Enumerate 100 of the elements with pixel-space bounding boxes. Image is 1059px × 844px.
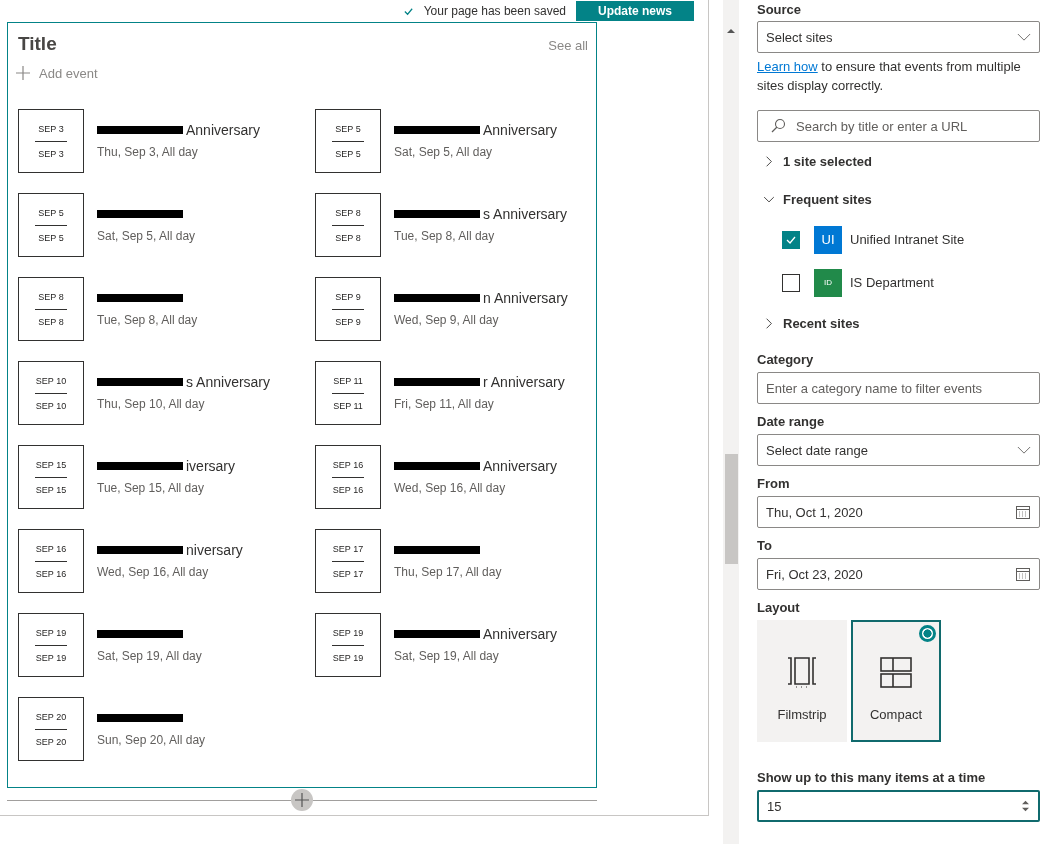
end-date: SEP 11 bbox=[333, 400, 363, 411]
end-date: SEP 19 bbox=[332, 652, 364, 663]
field-label: Layout bbox=[757, 600, 801, 615]
event-title[interactable]: Anniversary bbox=[186, 122, 260, 138]
event-title[interactable]: s Anniversary bbox=[483, 206, 568, 222]
end-date: SEP 17 bbox=[332, 568, 364, 579]
plus-icon bbox=[15, 65, 31, 81]
start-date: SEP 15 bbox=[35, 459, 67, 470]
search-input[interactable]: Search by title or enter a URL bbox=[794, 117, 1031, 135]
save-status: Your page has been saved bbox=[423, 4, 566, 18]
event-time: Tue, Sep 8, All day bbox=[394, 229, 496, 243]
site-group-toggle[interactable]: Recent sites bbox=[757, 304, 1040, 342]
start-date: SEP 19 bbox=[35, 627, 67, 638]
start-date: SEP 19 bbox=[332, 627, 364, 638]
end-date: SEP 9 bbox=[335, 316, 361, 327]
update-news-button[interactable]: Update news bbox=[576, 1, 694, 21]
start-date: SEP 3 bbox=[38, 123, 64, 134]
start-date: SEP 10 bbox=[35, 375, 67, 386]
spin-arrows-icon bbox=[1021, 799, 1030, 813]
end-date: SEP 15 bbox=[35, 484, 67, 495]
event-title[interactable]: iversary bbox=[186, 458, 235, 474]
event-time: Wed, Sep 16, All day bbox=[97, 565, 210, 579]
event-time: Thu, Sep 3, All day bbox=[97, 145, 199, 159]
calendar-icon bbox=[1015, 566, 1031, 582]
compact-layout-icon bbox=[879, 654, 913, 689]
end-date: SEP 5 bbox=[38, 232, 64, 243]
learn-how-link[interactable]: Learn how bbox=[757, 59, 818, 74]
field-label: Source bbox=[757, 2, 803, 17]
scrollbar-thumb[interactable] bbox=[724, 454, 738, 564]
event-time: Wed, Sep 9, All day bbox=[394, 313, 500, 327]
end-date: SEP 5 bbox=[335, 148, 361, 159]
scroll-up-arrow-icon[interactable] bbox=[727, 28, 735, 34]
field-label: Show up to this many items at a time bbox=[757, 770, 987, 785]
end-date: SEP 3 bbox=[38, 148, 64, 159]
date-range-dropdown[interactable]: Select date range bbox=[757, 434, 1040, 466]
site-group-toggle[interactable]: Frequent sites bbox=[757, 180, 1040, 218]
end-date: SEP 19 bbox=[35, 652, 67, 663]
help-text: Learn how to ensure that events from multiple sites display correctly. bbox=[757, 58, 1022, 95]
site-group-toggle[interactable]: 1 site selected bbox=[757, 142, 1040, 180]
start-date: SEP 8 bbox=[335, 207, 361, 218]
site-name: Unified Intranet Site bbox=[850, 232, 965, 247]
end-date: SEP 8 bbox=[38, 316, 64, 327]
event-time: Tue, Sep 8, All day bbox=[97, 313, 198, 327]
chevron-down-icon bbox=[1017, 445, 1031, 455]
site-name: IS Department bbox=[850, 275, 934, 290]
radio-selected-icon bbox=[919, 625, 936, 642]
date-picker[interactable]: Thu, Oct 1, 2020 bbox=[757, 496, 1040, 528]
layout-option[interactable]: Filmstrip bbox=[757, 620, 847, 742]
field-label: Category bbox=[757, 352, 815, 367]
event-time: Sat, Sep 5, All day bbox=[394, 145, 494, 159]
chevron-down-icon bbox=[1017, 32, 1031, 42]
field-label: Date range bbox=[757, 414, 826, 429]
start-date: SEP 5 bbox=[335, 123, 361, 134]
event-title[interactable]: Anniversary bbox=[483, 122, 557, 138]
event-time: Wed, Sep 16, All day bbox=[394, 481, 507, 495]
start-date: SEP 5 bbox=[38, 207, 64, 218]
search-icon bbox=[770, 118, 786, 134]
layout-option[interactable]: Compact bbox=[851, 620, 941, 742]
search-field[interactable]: Search by title or enter a URL bbox=[757, 110, 1040, 142]
add-event-button[interactable]: Add event bbox=[15, 65, 98, 81]
start-date: SEP 9 bbox=[335, 291, 361, 302]
start-date: SEP 11 bbox=[333, 375, 363, 386]
start-date: SEP 8 bbox=[38, 291, 64, 302]
checkbox[interactable] bbox=[782, 230, 800, 249]
start-date: SEP 17 bbox=[332, 543, 364, 554]
end-date: SEP 16 bbox=[35, 568, 67, 579]
end-date: SEP 16 bbox=[332, 484, 364, 495]
end-date: SEP 20 bbox=[35, 736, 67, 747]
event-title[interactable]: Anniversary bbox=[483, 626, 557, 642]
see-all-link[interactable]: See all bbox=[548, 38, 588, 53]
checkbox[interactable] bbox=[782, 273, 800, 292]
filmstrip-icon bbox=[785, 654, 819, 689]
site-logo: UI bbox=[814, 225, 842, 254]
event-time: Sat, Sep 19, All day bbox=[97, 649, 202, 663]
start-date: SEP 16 bbox=[35, 543, 67, 554]
sites-dropdown[interactable]: Select sites bbox=[757, 21, 1040, 53]
scrollbar[interactable] bbox=[723, 0, 739, 844]
field-label: To bbox=[757, 538, 773, 553]
category-field[interactable]: Enter a category name to filter events bbox=[757, 372, 1040, 404]
webpart-title: Title bbox=[18, 33, 57, 55]
add-section-button[interactable] bbox=[291, 789, 313, 811]
event-title[interactable]: Anniversary bbox=[483, 458, 557, 474]
event-time: Sat, Sep 19, All day bbox=[394, 649, 500, 663]
date-picker[interactable]: Fri, Oct 23, 2020 bbox=[757, 558, 1040, 590]
event-title[interactable]: n Anniversary bbox=[483, 290, 568, 306]
event-time: Tue, Sep 15, All day bbox=[97, 481, 205, 495]
event-time: Thu, Sep 17, All day bbox=[394, 565, 502, 579]
event-title[interactable]: niversary bbox=[186, 542, 243, 558]
items-count-field[interactable]: 15 bbox=[757, 790, 1040, 822]
start-date: SEP 16 bbox=[332, 459, 364, 470]
end-date: SEP 8 bbox=[335, 232, 361, 243]
event-time: Fri, Sep 11, All day bbox=[394, 397, 495, 411]
calendar-icon bbox=[1015, 504, 1031, 520]
event-time: Sun, Sep 20, All day bbox=[97, 733, 206, 747]
end-date: SEP 10 bbox=[35, 400, 67, 411]
event-title[interactable]: r Anniversary bbox=[483, 374, 565, 390]
start-date: SEP 20 bbox=[35, 711, 67, 722]
field-label: From bbox=[757, 476, 791, 491]
event-title[interactable]: s Anniversary bbox=[186, 374, 271, 390]
site-logo: ID bbox=[814, 268, 842, 297]
